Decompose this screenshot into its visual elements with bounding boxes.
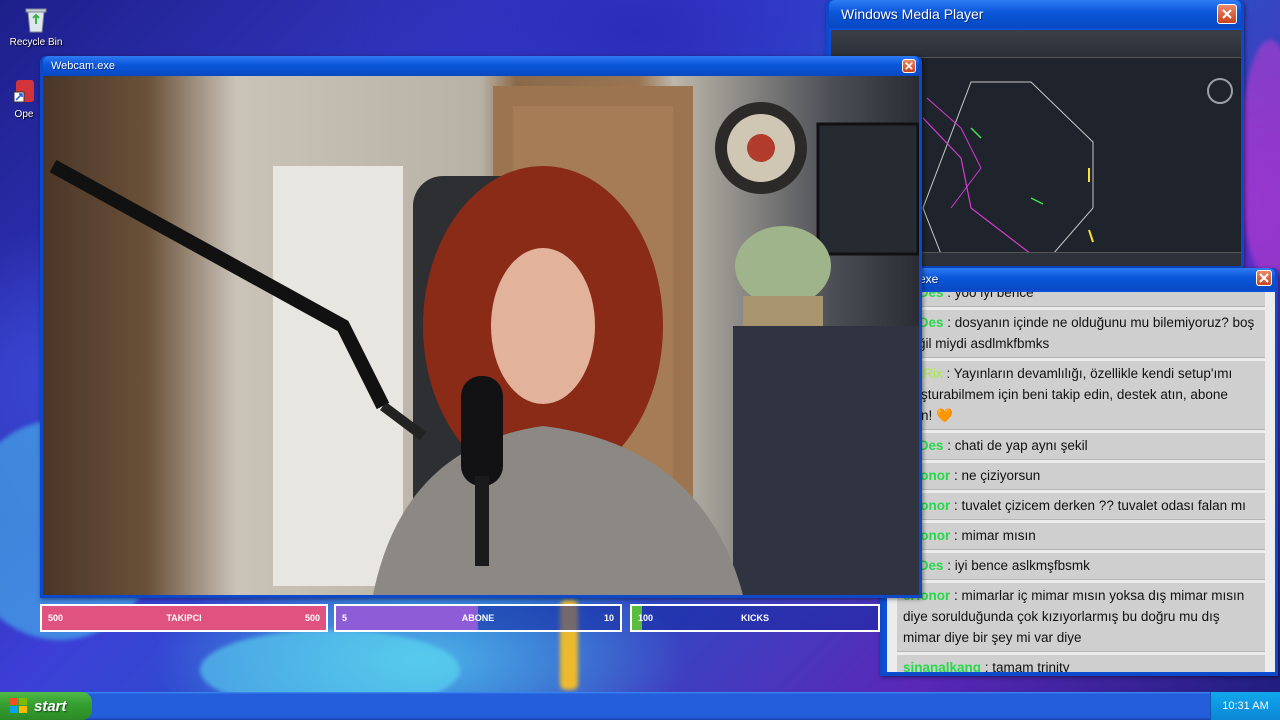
close-icon	[1259, 273, 1269, 283]
chat-message-text: : tamam trinity	[981, 660, 1070, 672]
chat-message-text: : Yayınların devamlılığı, özellikle kend…	[903, 366, 1233, 423]
webcam-title-bar[interactable]: Webcam.exe	[43, 56, 919, 76]
goal-bar-takipci: 500 TAKIPCI 500	[40, 604, 328, 632]
chat-message: BotRix : Yayınların devamlılığı, özellik…	[897, 361, 1265, 430]
goal-target: 500	[304, 613, 320, 623]
close-icon	[905, 62, 913, 70]
chat-message: cHonor : mimarlar iç mimar mısın yoksa d…	[897, 583, 1265, 652]
close-icon	[1222, 9, 1232, 19]
start-label: start	[34, 697, 67, 715]
chat-message-text: : mimar mısın	[950, 528, 1036, 543]
chat-message: cHonor : tuvalet çizicem derken ?? tuval…	[897, 493, 1265, 520]
taskbar: start 10:31 AM	[0, 692, 1280, 720]
goal-current: 5	[342, 613, 348, 623]
webcam-title: Webcam.exe	[51, 60, 115, 72]
media-player-close-button[interactable]	[1217, 4, 1237, 24]
goal-bar-abone: 5 ABONE 10	[334, 604, 622, 632]
clock: 10:31 AM	[1222, 700, 1269, 712]
desktop-icon-recycle-bin[interactable]: Recycle Bin	[0, 4, 72, 48]
chat-message: koDes : dosyanın içinde ne olduğunu mu b…	[897, 310, 1265, 358]
webcam-window[interactable]: Webcam.exe	[40, 56, 922, 598]
open-shortcut-label: Ope	[14, 109, 34, 120]
media-player-title: Windows Media Player	[841, 6, 984, 22]
goal-target: 10	[603, 613, 614, 623]
goal-label: KICKS	[740, 613, 769, 623]
webcam-scene-illustration	[49, 86, 919, 595]
chat-message: cHonor : ne çiziyorsun	[897, 463, 1265, 490]
wallpaper-blob	[1240, 40, 1280, 280]
chat-message-text: : ne çiziyorsun	[950, 468, 1041, 483]
chat-message-text: : dosyanın içinde ne olduğunu mu bilemiy…	[903, 315, 1255, 351]
windows-logo-icon	[10, 698, 27, 713]
app-shortcut-icon	[13, 80, 34, 103]
chat-message-text: : chati de yap aynı şekil	[943, 438, 1088, 453]
chat-window[interactable]: exe koDes : yoo iyi bence koDes : dosyanı…	[880, 268, 1278, 676]
goal-label: ABONE	[461, 613, 495, 623]
chat-message-text: : mimarlar iç mimar mısın yoksa dış mima…	[903, 588, 1245, 645]
chat-message: cHonor : mimar mısın	[897, 523, 1265, 550]
recycle-bin-label: Recycle Bin	[9, 37, 63, 48]
chat-close-button[interactable]	[1256, 270, 1272, 286]
cad-ribbon	[831, 30, 1241, 58]
chat-title-bar[interactable]: exe	[883, 268, 1275, 290]
goal-current: 500	[48, 613, 64, 623]
chat-message: koDes : iyi bence aslkmşfbsmk	[897, 553, 1265, 580]
cad-viewcube[interactable]	[1207, 78, 1233, 104]
chat-message-text: : tuvalet çizicem derken ?? tuvalet odas…	[950, 498, 1246, 513]
chat-message: sinanalkang : tamam trinity	[897, 655, 1265, 672]
chat-message-text: : yoo iyi bence	[943, 292, 1034, 300]
goal-bar-kicks: 100 KICKS	[630, 604, 880, 632]
goal-current: 100	[638, 613, 654, 623]
recycle-bin-icon	[25, 8, 47, 33]
chat-message: koDes : yoo iyi bence	[897, 292, 1265, 307]
start-button[interactable]: start	[0, 692, 92, 720]
chat-message: koDes : chati de yap aynı şekil	[897, 433, 1265, 460]
webcam-close-button[interactable]	[902, 59, 916, 73]
system-tray[interactable]: 10:31 AM	[1210, 692, 1280, 720]
chat-username[interactable]: sinanalkang	[903, 660, 981, 672]
media-player-title-bar[interactable]: Windows Media Player	[829, 0, 1241, 28]
goal-label: TAKIPCI	[166, 613, 202, 623]
webcam-video-feed	[43, 76, 919, 595]
chat-message-text: : iyi bence aslkmşfbsmk	[943, 558, 1090, 573]
chat-message-list[interactable]: koDes : yoo iyi bence koDes : dosyanın iç…	[887, 292, 1275, 672]
